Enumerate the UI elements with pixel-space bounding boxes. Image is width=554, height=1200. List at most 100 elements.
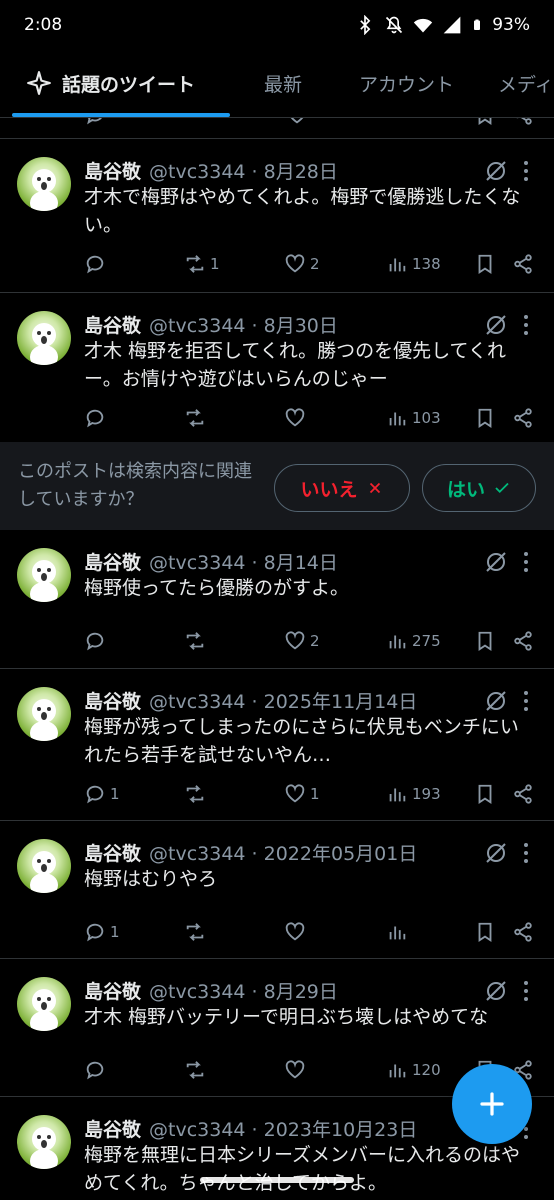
- avatar[interactable]: [17, 1115, 71, 1169]
- repost-button[interactable]: [184, 403, 210, 433]
- compose-button[interactable]: [452, 1064, 532, 1144]
- repost-icon: [186, 632, 204, 650]
- repost-button[interactable]: [184, 1055, 210, 1085]
- bookmark-icon[interactable]: [474, 118, 496, 126]
- grok-icon[interactable]: [484, 313, 508, 337]
- author-name[interactable]: 島谷敬: [84, 687, 141, 714]
- share-button[interactable]: [512, 403, 534, 433]
- grok-icon[interactable]: [484, 159, 508, 183]
- author-name[interactable]: 島谷敬: [84, 977, 141, 1004]
- avatar[interactable]: [17, 548, 71, 602]
- like-icon[interactable]: [286, 118, 308, 126]
- bookmark-button[interactable]: [474, 626, 496, 656]
- tweet[interactable]: 島谷敬 @tvc3344 · 8月30日 才木 梅野を拒否してくれ。勝つのを優先して…: [0, 292, 554, 442]
- reply-icon[interactable]: [84, 118, 106, 126]
- tweet-text: 才木 梅野バッテリーで明日ぶち壊しはやめてな: [84, 1006, 489, 1028]
- reply-button[interactable]: [84, 1055, 110, 1085]
- relevance-no-button[interactable]: いいえ: [274, 464, 410, 512]
- bookmark-button[interactable]: [474, 917, 496, 947]
- avatar-image: [30, 989, 58, 1031]
- home-indicator[interactable]: [200, 1177, 354, 1183]
- author-handle-date: @tvc3344 · 8月29日: [149, 980, 338, 1003]
- reply-button[interactable]: [84, 626, 110, 656]
- views-button[interactable]: [386, 917, 412, 947]
- grok-icon[interactable]: [484, 841, 508, 865]
- more-options-icon[interactable]: [520, 841, 532, 865]
- more-options-icon[interactable]: [520, 689, 532, 713]
- avatar[interactable]: [17, 157, 71, 211]
- wifi-icon: [414, 18, 433, 33]
- reply-icon: [86, 255, 104, 274]
- author-name[interactable]: 島谷敬: [84, 311, 141, 338]
- avatar[interactable]: [17, 839, 71, 893]
- views-button[interactable]: 103: [386, 403, 441, 433]
- reply-icon: [86, 409, 104, 428]
- bookmark-icon: [478, 922, 492, 942]
- signal-icon: [443, 16, 461, 34]
- like-button[interactable]: 1: [284, 779, 320, 809]
- author-handle-date: @tvc3344 · 2022年05月01日: [149, 842, 418, 865]
- tab-media[interactable]: メディ: [498, 50, 554, 116]
- repost-icon: [186, 255, 204, 273]
- tab-top[interactable]: 話題のツイート: [26, 50, 195, 116]
- views-button[interactable]: 275: [386, 626, 441, 656]
- avatar[interactable]: [17, 687, 71, 741]
- author-name[interactable]: 島谷敬: [84, 839, 141, 866]
- tab-accounts[interactable]: アカウント: [359, 50, 454, 116]
- like-button[interactable]: [284, 403, 310, 433]
- like-icon: [285, 254, 305, 273]
- reply-button[interactable]: [84, 403, 110, 433]
- repost-button[interactable]: [184, 626, 210, 656]
- reply-count: 1: [110, 785, 120, 803]
- tweet-header: 島谷敬 @tvc3344 · 8月30日: [84, 309, 534, 339]
- share-button[interactable]: [512, 626, 534, 656]
- avatar-image: [30, 699, 58, 741]
- tweet-text: 梅野が残ってしまったのにさらに伏見もベンチにいれたら若手を試せないやん…: [84, 716, 519, 766]
- views-button[interactable]: 193: [386, 779, 441, 809]
- author-name[interactable]: 島谷敬: [84, 1115, 141, 1142]
- avatar[interactable]: [17, 311, 71, 365]
- more-options-icon[interactable]: [520, 159, 532, 183]
- reply-button[interactable]: 1: [84, 779, 120, 809]
- like-button[interactable]: 2: [284, 249, 320, 279]
- reply-button[interactable]: 1: [84, 917, 120, 947]
- repost-button[interactable]: [184, 779, 210, 809]
- share-button[interactable]: [512, 249, 534, 279]
- more-options-icon[interactable]: [520, 979, 532, 1003]
- share-button[interactable]: [512, 779, 534, 809]
- grok-icon[interactable]: [484, 689, 508, 713]
- repost-button[interactable]: [184, 917, 210, 947]
- status-icons: 93%: [355, 15, 530, 35]
- like-icon: [285, 631, 305, 650]
- like-button[interactable]: [284, 917, 310, 947]
- bookmark-button[interactable]: [474, 779, 496, 809]
- tweet-actions: 1 2 138: [84, 249, 536, 279]
- author-name[interactable]: 島谷敬: [84, 157, 141, 184]
- views-button[interactable]: 120: [386, 1055, 441, 1085]
- bookmark-button[interactable]: [474, 249, 496, 279]
- tab-latest[interactable]: 最新: [264, 50, 302, 116]
- avatar-image: [30, 169, 58, 211]
- more-options-icon[interactable]: [520, 550, 532, 574]
- tweet[interactable]: 島谷敬 @tvc3344 · 8月14日 梅野使ってたら優勝のがすよ。 2 275: [0, 530, 554, 668]
- share-button[interactable]: [512, 917, 534, 947]
- like-button[interactable]: [284, 1055, 310, 1085]
- tweet[interactable]: 島谷敬 @tvc3344 · 8月28日 才木で梅野はやめてくれよ。梅野で優勝逃した…: [0, 138, 554, 292]
- relevance-yes-button[interactable]: はい: [422, 464, 536, 512]
- views-button[interactable]: 138: [386, 249, 441, 279]
- views-icon: [389, 926, 406, 940]
- grok-icon[interactable]: [484, 979, 508, 1003]
- reply-button[interactable]: [84, 249, 110, 279]
- share-icon[interactable]: [512, 118, 534, 126]
- grok-icon[interactable]: [484, 550, 508, 574]
- avatar[interactable]: [17, 977, 71, 1031]
- author-name[interactable]: 島谷敬: [84, 548, 141, 575]
- bookmark-button[interactable]: [474, 403, 496, 433]
- repost-button[interactable]: 1: [184, 249, 220, 279]
- share-icon: [514, 922, 532, 942]
- tweet[interactable]: 島谷敬 @tvc3344 · 2025年11月14日 梅野が残ってしまったのにさらに…: [0, 668, 554, 820]
- more-options-icon[interactable]: [520, 313, 532, 337]
- tweet[interactable]: 島谷敬 @tvc3344 · 2022年05月01日 梅野はむりやろ 1: [0, 820, 554, 958]
- like-button[interactable]: 2: [284, 626, 320, 656]
- view-count: 138: [412, 255, 441, 273]
